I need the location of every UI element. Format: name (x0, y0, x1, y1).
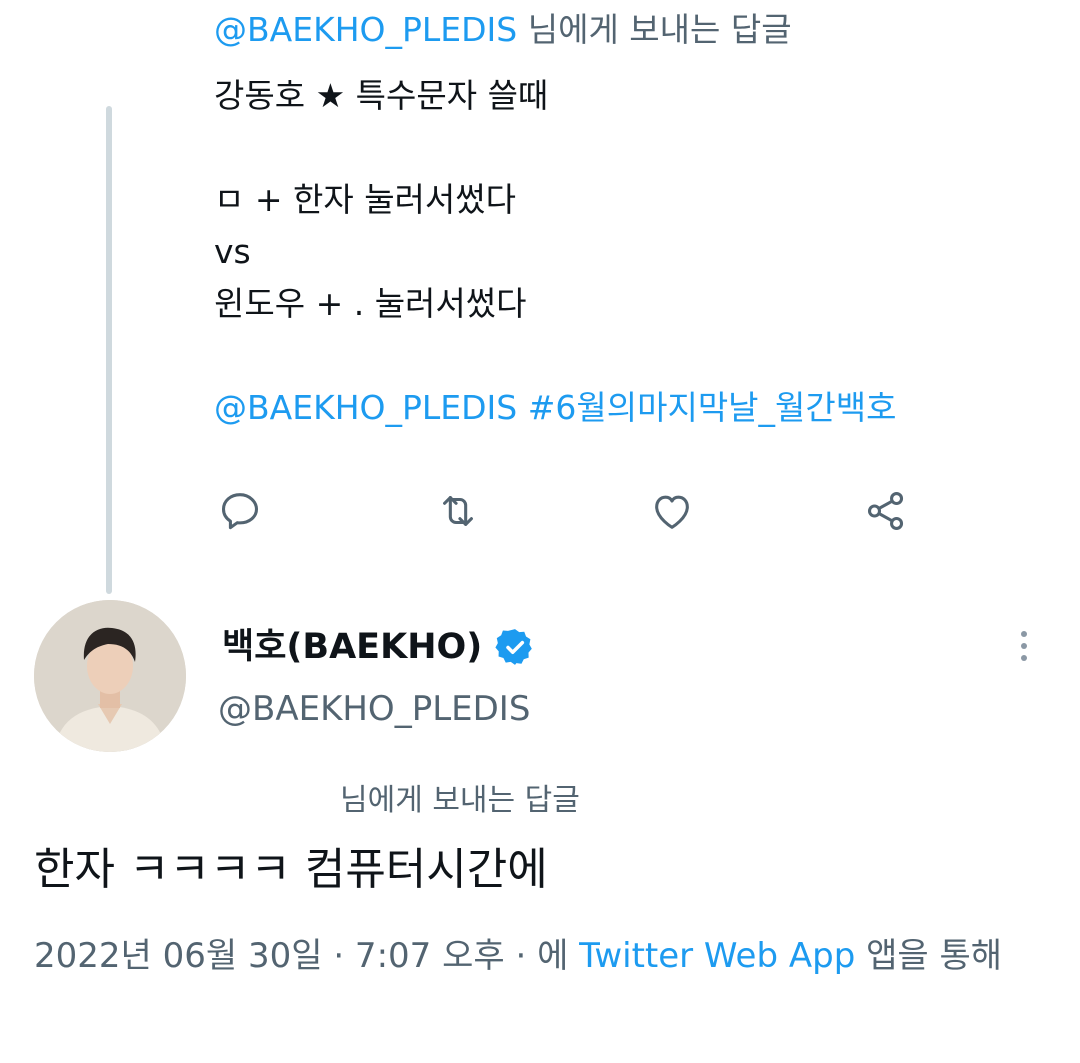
mentions-line: @BAEKHO_PLEDIS #6월의마지막날_월간백호 (214, 382, 896, 434)
main-tweet-text: 한자 ㅋㅋㅋㅋ 컴퓨터시간에 (34, 844, 548, 895)
tweet-text-line: vs (214, 232, 251, 271)
tweet-timestamp[interactable]: 2022년 06월 30일 · 7:07 오후 · 에 (34, 936, 568, 976)
parent-tweet-text: 강동호 ★ 특수문자 쓸때 ㅁ + 한자 눌러서썼다 vs 윈도우 + . 눌러… (214, 70, 896, 434)
tweet-source-suffix: 앱을 통해 (866, 936, 1003, 976)
tweet-source-link[interactable]: Twitter Web App (579, 936, 855, 976)
reply-to-suffix: 님에게 보내는 답글 (517, 10, 792, 49)
mention-link[interactable]: @BAEKHO_PLEDIS (214, 388, 517, 427)
tweet-metadata: 2022년 06월 30일 · 7:07 오후 · 에 Twitter Web … (34, 930, 1034, 982)
hashtag-link[interactable]: #6월의마지막날_월간백호 (528, 388, 897, 427)
avatar-photo (34, 600, 186, 752)
reply-icon (221, 493, 259, 530)
reply-context-label: 님에게 보내는 답글 (340, 783, 580, 818)
share-icon (867, 492, 904, 530)
more-vertical-icon (1021, 631, 1027, 661)
display-name[interactable]: 백호(BAEKHO) (222, 622, 536, 672)
like-button[interactable] (646, 488, 698, 534)
retweet-icon (443, 496, 473, 526)
parent-reply-context: @BAEKHO_PLEDIS 님에게 보내는 답글 (214, 8, 792, 52)
retweet-button[interactable] (432, 488, 484, 534)
reply-button[interactable] (214, 488, 266, 534)
tweet-text-line: 윈도우 + . 눌러서썼다 (214, 284, 527, 323)
user-handle[interactable]: @BAEKHO_PLEDIS (218, 686, 530, 732)
reply-to-handle-link[interactable]: @BAEKHO_PLEDIS (214, 10, 517, 49)
tweet-text-line: ㅁ + 한자 눌러서썼다 (214, 180, 516, 219)
like-icon (655, 495, 689, 529)
tweet-text-line: 강동호 ★ 특수문자 쓸때 (214, 76, 549, 115)
more-options-button[interactable] (1004, 626, 1044, 666)
verified-badge-icon (495, 629, 533, 665)
thread-line (106, 106, 112, 594)
parent-tweet-actions (214, 488, 934, 534)
avatar[interactable] (34, 600, 186, 752)
share-button[interactable] (860, 488, 912, 534)
display-name-text: 백호(BAEKHO) (222, 627, 483, 667)
